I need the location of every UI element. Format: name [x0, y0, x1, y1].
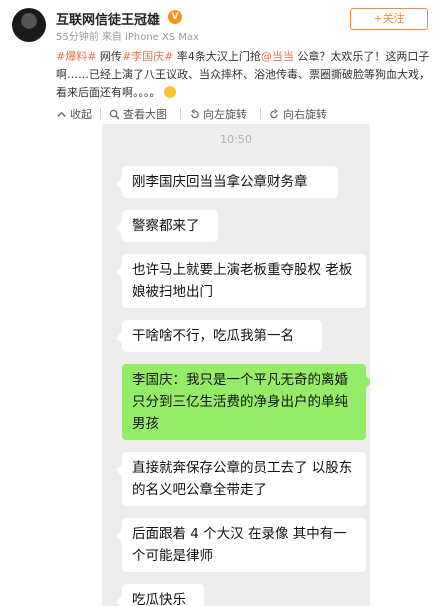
- divider: [100, 108, 101, 119]
- hashtag-link[interactable]: #李国庆#: [122, 50, 173, 63]
- laugh-emoji-icon: [164, 86, 176, 98]
- chat-bubble: 直接就奔保存公章的员工去了 以股东的名义吧公章全带走了: [116, 452, 366, 506]
- post-text-segment: 网传: [96, 50, 122, 63]
- collapse-icon: [57, 111, 66, 117]
- collect-button[interactable]: 收起: [56, 106, 92, 122]
- hashtag-link[interactable]: #爆料#: [56, 50, 96, 63]
- mention-link[interactable]: @当当: [261, 50, 294, 63]
- rotate-left-icon: [191, 108, 199, 118]
- post-header: 互联网信徒王冠雄 V 55分钟前 来自 iPhone XS Max +关注: [0, 0, 440, 44]
- chat-bubble: 干啥啥不行，吃瓜我第一名: [116, 320, 322, 352]
- rotate-right-button[interactable]: 向右旋转: [269, 106, 327, 122]
- chat-bubble: 吃瓜快乐: [116, 584, 204, 606]
- post-text-segment: 率4条大汉上门抢: [173, 50, 261, 63]
- verified-badge-icon: V: [168, 10, 182, 24]
- chat-bubble-self: 李国庆：我只是一个平凡无奇的离婚只分到三亿生活费的净身出户的单纯男孩: [122, 364, 370, 440]
- divider: [180, 108, 181, 119]
- image-toolbar: 收起 查看大图 向左旋转 向右旋转: [56, 106, 432, 122]
- chat-bubble: 刚李国庆回当当拿公章财务章: [116, 166, 338, 198]
- rotate-right-label: 向右旋转: [283, 108, 327, 121]
- chat-bubble: 也许马上就要上演老板重夺股权 老板娘被扫地出门: [116, 254, 366, 308]
- rotate-left-button[interactable]: 向左旋转: [189, 106, 247, 122]
- view-large-button[interactable]: 查看大图: [109, 106, 167, 122]
- avatar[interactable]: [12, 8, 46, 42]
- chat-screenshot: 10:50 刚李国庆回当当拿公章财务章 警察都来了 也许马上就要上演老板重夺股权…: [102, 124, 370, 606]
- post-text: #爆料# 网传#李国庆# 率4条大汉上门抢@当当 公章？太欢乐了！这两口子啊………: [56, 48, 432, 102]
- divider: [260, 108, 261, 119]
- chat-bubble: 后面跟着 4 个大汉 在录像 其中有一个可能是律师: [116, 518, 366, 572]
- post-meta: 55分钟前 来自 iPhone XS Max: [56, 32, 200, 43]
- collect-label: 收起: [70, 108, 92, 121]
- follow-button[interactable]: +关注: [350, 8, 428, 30]
- chat-bubble: 警察都来了: [116, 210, 218, 242]
- rotate-left-label: 向左旋转: [203, 108, 247, 121]
- username[interactable]: 互联网信徒王冠雄: [56, 9, 160, 28]
- magnify-icon: [109, 109, 120, 120]
- view-large-label: 查看大图: [123, 108, 167, 121]
- rotate-right-icon: [270, 108, 278, 118]
- chat-timestamp: 10:50: [220, 133, 252, 146]
